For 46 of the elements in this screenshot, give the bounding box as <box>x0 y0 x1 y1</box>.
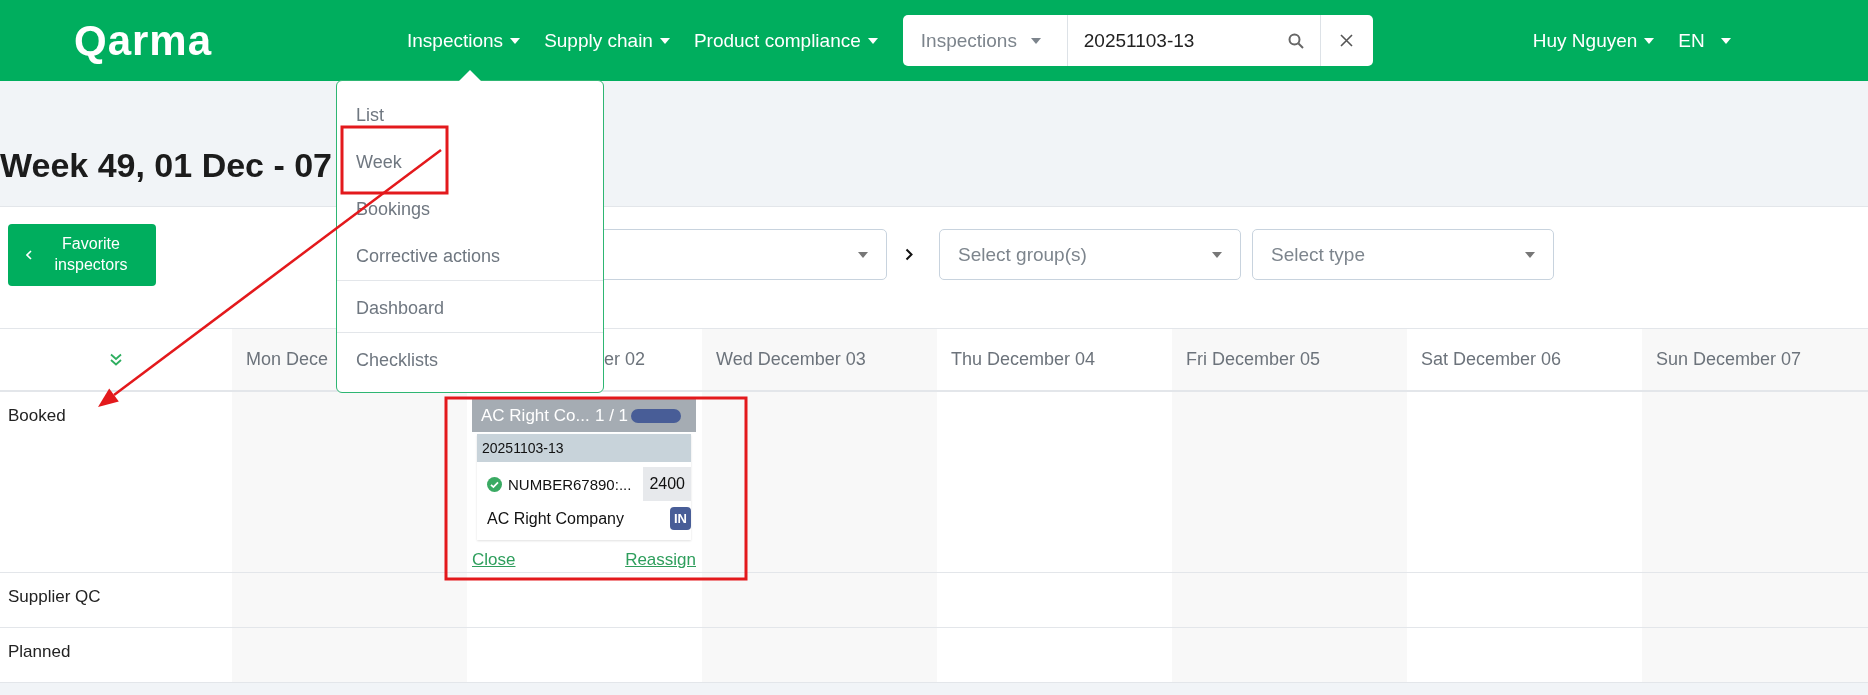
caret-icon <box>858 251 868 258</box>
row-label: Planned <box>8 642 71 661</box>
user-menu[interactable]: Huy Nguyen <box>1532 29 1655 52</box>
filter-select[interactable]: Select type <box>1252 229 1554 280</box>
caret-icon <box>1525 251 1535 258</box>
favorite-inspectors-button[interactable]: Favorite inspectors <box>8 223 156 286</box>
caret-icon <box>510 37 521 44</box>
row-label: Supplier QC <box>8 587 101 606</box>
search-scope-dropdown[interactable]: Inspections <box>902 15 1068 66</box>
day-column-header: Sun December 07 <box>1642 329 1868 392</box>
dropdown-menu-item[interactable]: Dashboard <box>337 285 603 332</box>
type-badge: IN <box>670 507 691 530</box>
language-selector[interactable]: EN <box>1678 29 1731 52</box>
expand-all-icon[interactable] <box>110 353 122 366</box>
item-number: NUMBER67890:... <box>508 475 633 493</box>
caret-icon <box>867 37 878 44</box>
caret-icon <box>659 37 670 44</box>
card-action-link[interactable]: Reassign <box>625 550 696 570</box>
card-action-link[interactable]: Close <box>472 550 516 570</box>
search-icon[interactable] <box>1287 32 1304 49</box>
day-column-header: Wed December 03 <box>702 329 937 392</box>
dropdown-menu-item[interactable]: List <box>337 92 603 139</box>
dropdown-menu-item[interactable]: Corrective actions <box>337 233 603 280</box>
nav-menu-item[interactable]: Product compliance <box>693 29 878 52</box>
caret-icon <box>1212 251 1222 258</box>
status-pill <box>631 408 682 423</box>
row-label: Booked <box>8 406 66 425</box>
dropdown-menu-item[interactable]: Week <box>337 139 603 186</box>
page-title: Week 49, 01 Dec - 07 <box>0 148 333 182</box>
card-count: 1 / 1 <box>595 405 629 426</box>
card-title: AC Right Co... <box>481 405 591 426</box>
day-column-header: Fri December 05 <box>1172 329 1407 392</box>
company-name: AC Right Company <box>487 509 624 528</box>
card-reference: 20251103-13 <box>477 434 691 462</box>
caret-icon <box>1030 37 1041 44</box>
search-field[interactable]: 20251103-13 <box>1067 15 1320 66</box>
nav-menu-item[interactable]: Inspections <box>407 29 521 52</box>
qarma-logo[interactable]: Qarma <box>74 16 340 65</box>
chevron-left-icon <box>26 249 32 260</box>
item-quantity: 2400 <box>643 467 691 501</box>
caret-icon <box>1720 37 1731 44</box>
filter-select[interactable]: Select group(s) <box>939 229 1241 280</box>
caret-icon <box>1644 37 1655 44</box>
close-icon[interactable] <box>1340 34 1354 47</box>
nav-menu-item[interactable]: Supply chain <box>544 29 670 52</box>
chevron-right-icon[interactable] <box>905 248 913 261</box>
